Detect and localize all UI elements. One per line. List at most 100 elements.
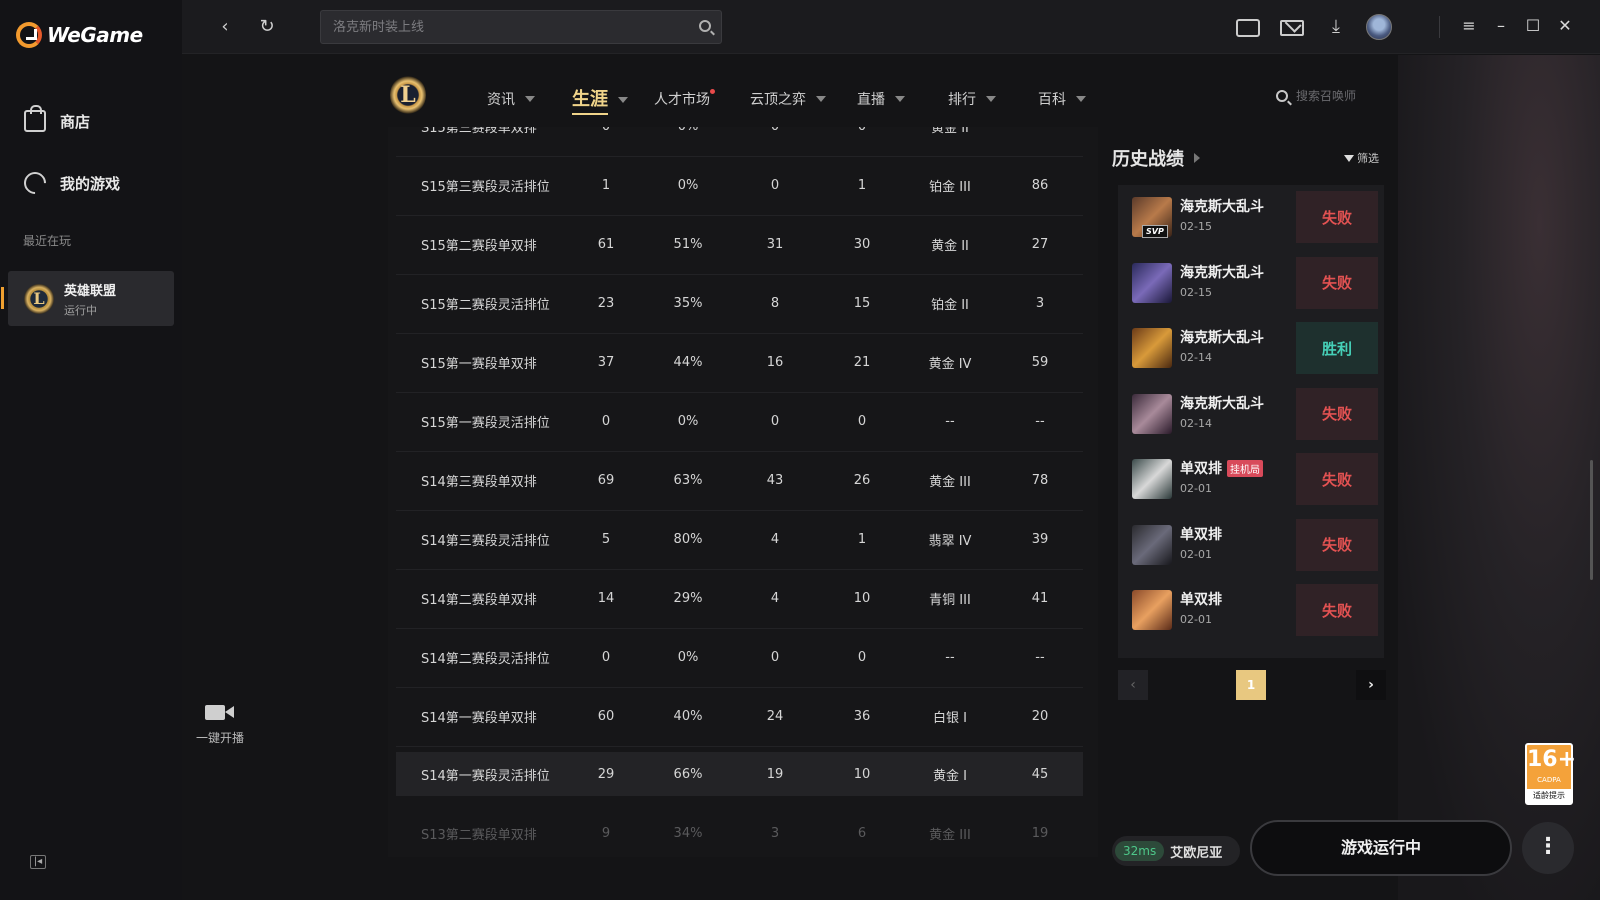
match-item[interactable]: 单双排 挂机局 02-01 失败 bbox=[1118, 449, 1384, 509]
table-cell: S15第一赛段单双排 bbox=[421, 357, 537, 372]
league-of-legends-icon: L bbox=[24, 283, 54, 314]
tab-news[interactable]: 资讯 bbox=[487, 89, 535, 109]
table-row[interactable]: S13第二赛段单双排 9 34% 3 6 黄金 III 19 bbox=[396, 804, 1083, 857]
match-item[interactable]: 海克斯大乱斗 02-14 失败 bbox=[1118, 384, 1384, 444]
table-cell: 3 bbox=[1035, 296, 1045, 311]
table-cell: S15第一赛段灵活排位 bbox=[421, 416, 550, 431]
champion-portrait bbox=[1132, 328, 1172, 368]
recent-label: 最近在玩 bbox=[23, 234, 72, 248]
menu-icon[interactable]: ≡ bbox=[1458, 14, 1480, 38]
page-number[interactable]: 1 bbox=[1236, 670, 1266, 700]
table-cell: 0 bbox=[745, 127, 805, 134]
tab-ranking[interactable]: 排行 bbox=[948, 89, 996, 109]
collapse-sidebar-icon[interactable]: |◂ bbox=[30, 855, 46, 869]
svp-badge: SVP bbox=[1142, 225, 1168, 238]
lol-logo-icon[interactable]: L bbox=[390, 75, 426, 115]
table-row[interactable]: S14第二赛段灵活排位 0 0% 0 0 -- -- bbox=[396, 628, 1083, 688]
table-row[interactable]: S14第一赛段单双排 60 40% 24 36 白银 I 20 bbox=[396, 687, 1083, 747]
tab-career[interactable]: 生涯 bbox=[572, 85, 628, 115]
table-row[interactable]: S14第三赛段单双排 69 63% 43 26 黄金 III 78 bbox=[396, 451, 1083, 511]
one-click-broadcast-button[interactable]: 一键开播 bbox=[190, 703, 250, 746]
filter-button[interactable]: 筛选 bbox=[1344, 150, 1379, 166]
summoner-search[interactable]: 搜索召唤师 bbox=[1276, 87, 1356, 104]
match-result: 失败 bbox=[1296, 256, 1378, 309]
table-cell: 0 bbox=[832, 127, 892, 134]
prev-page-button[interactable]: ‹ bbox=[1118, 670, 1148, 700]
match-item[interactable]: SVP 海克斯大乱斗 02-15 失败 bbox=[1118, 187, 1384, 247]
search-icon[interactable] bbox=[699, 20, 711, 32]
recent-game-name: 英雄联盟 bbox=[64, 283, 117, 299]
match-date: 02-14 bbox=[1180, 416, 1212, 430]
back-icon[interactable]: ‹ bbox=[214, 16, 236, 38]
table-row[interactable]: S14第三赛段灵活排位 5 80% 4 1 翡翠 IV 39 bbox=[396, 510, 1083, 570]
wegame-logo[interactable]: WeGame bbox=[16, 22, 143, 48]
maximize-icon[interactable]: ☐ bbox=[1522, 14, 1544, 38]
search-input[interactable] bbox=[321, 11, 681, 43]
tab-live[interactable]: 直播 bbox=[857, 89, 905, 109]
chevron-down-icon bbox=[895, 96, 905, 102]
table-cell: 36 bbox=[853, 709, 871, 724]
table-row[interactable]: S14第二赛段单双排 14 29% 4 10 青铜 III 41 bbox=[396, 569, 1083, 629]
tab-talent-market[interactable]: 人才市场 bbox=[654, 88, 725, 109]
table-cell: S14第一赛段灵活排位 bbox=[421, 768, 550, 784]
close-icon[interactable]: ✕ bbox=[1554, 14, 1576, 38]
table-cell: S14第一赛段单双排 bbox=[421, 711, 537, 726]
table-cell: S14第三赛段单双排 bbox=[421, 475, 537, 490]
match-date: 02-15 bbox=[1180, 285, 1212, 299]
avatar[interactable] bbox=[1366, 14, 1392, 40]
minimize-icon[interactable]: – bbox=[1490, 14, 1512, 38]
table-cell: 24 bbox=[766, 709, 784, 724]
champion-portrait bbox=[1132, 262, 1172, 303]
mail-icon[interactable] bbox=[1280, 20, 1304, 36]
table-cell: S15第三赛段单双排 bbox=[421, 127, 537, 136]
table-cell: 60 bbox=[597, 709, 615, 724]
table-cell: 0 bbox=[857, 414, 867, 429]
game-running-button[interactable]: 游戏运行中 bbox=[1250, 820, 1512, 876]
table-row[interactable]: S15第一赛段单双排 37 44% 16 21 黄金 IV 59 bbox=[396, 333, 1083, 393]
table-cell: 1 bbox=[857, 178, 867, 193]
table-row[interactable]: S15第三赛段灵活排位 1 0% 0 1 铂金 III 86 bbox=[396, 156, 1083, 216]
table-row[interactable]: S14第一赛段灵活排位 29 66% 19 10 黄金 I 45 bbox=[396, 752, 1083, 796]
table-cell: 40% bbox=[673, 709, 703, 724]
table-row[interactable]: S15第一赛段灵活排位 0 0% 0 0 -- -- bbox=[396, 392, 1083, 452]
ranked-season-table: S15第三赛段单双排 0 0% 0 0 黄金 II -- S15第三赛段灵活排位 1 0% 0 1 铂金… bbox=[388, 127, 1098, 857]
match-result: 失败 bbox=[1296, 518, 1378, 571]
sidebar-item-my-games[interactable]: 我的游戏 bbox=[19, 167, 120, 199]
table-row[interactable]: S15第二赛段灵活排位 23 35% 8 15 铂金 II 3 bbox=[396, 274, 1083, 334]
download-icon[interactable]: ⤓ bbox=[1324, 16, 1348, 38]
server-status[interactable]: 32ms 艾欧尼亚 bbox=[1112, 836, 1240, 866]
match-item[interactable]: 海克斯大乱斗 02-14 胜利 bbox=[1118, 318, 1384, 378]
table-cell: 34% bbox=[673, 826, 703, 841]
tab-wiki[interactable]: 百科 bbox=[1038, 89, 1086, 109]
table-cell: 29 bbox=[597, 766, 615, 782]
table-cell: 0 bbox=[770, 650, 780, 665]
table-cell: 0 bbox=[770, 178, 780, 193]
refresh-icon[interactable]: ↻ bbox=[256, 16, 278, 38]
tab-tft[interactable]: 云顶之弈 bbox=[750, 89, 826, 109]
match-item[interactable]: 单双排 02-01 失败 bbox=[1118, 580, 1384, 640]
table-cell: 0 bbox=[857, 650, 867, 665]
next-page-button[interactable]: › bbox=[1356, 670, 1386, 700]
match-item[interactable]: 单双排 02-01 失败 bbox=[1118, 515, 1384, 575]
match-mode: 单双排 挂机局 bbox=[1180, 458, 1263, 478]
table-cell: 26 bbox=[853, 473, 871, 488]
sidebar-item-shop[interactable]: 商店 bbox=[24, 105, 90, 132]
chevron-down-icon bbox=[1076, 96, 1086, 102]
match-result: 失败 bbox=[1296, 387, 1378, 440]
table-cell: 78 bbox=[1031, 473, 1049, 488]
filter-icon bbox=[1344, 154, 1354, 162]
match-history-title[interactable]: 历史战绩 bbox=[1112, 145, 1200, 171]
table-row[interactable]: S15第二赛段单双排 61 51% 31 30 黄金 II 27 bbox=[396, 215, 1083, 275]
table-cell: S14第二赛段单双排 bbox=[421, 593, 537, 608]
match-item[interactable]: 海克斯大乱斗 02-15 失败 bbox=[1118, 253, 1384, 313]
table-cell: 黄金 II bbox=[931, 127, 969, 136]
match-date: 02-01 bbox=[1180, 547, 1212, 561]
table-cell: 23 bbox=[597, 296, 615, 311]
more-options-icon[interactable]: ⋮ bbox=[1522, 822, 1574, 874]
table-row[interactable]: S15第三赛段单双排 0 0% 0 0 黄金 II -- bbox=[396, 127, 1083, 157]
recent-game-lol[interactable]: L 英雄联盟 运行中 bbox=[1, 271, 174, 326]
chat-icon[interactable] bbox=[1236, 19, 1260, 37]
search-box bbox=[320, 10, 722, 44]
match-mode: 单双排 bbox=[1180, 592, 1222, 608]
scrollbar[interactable] bbox=[1590, 460, 1593, 580]
